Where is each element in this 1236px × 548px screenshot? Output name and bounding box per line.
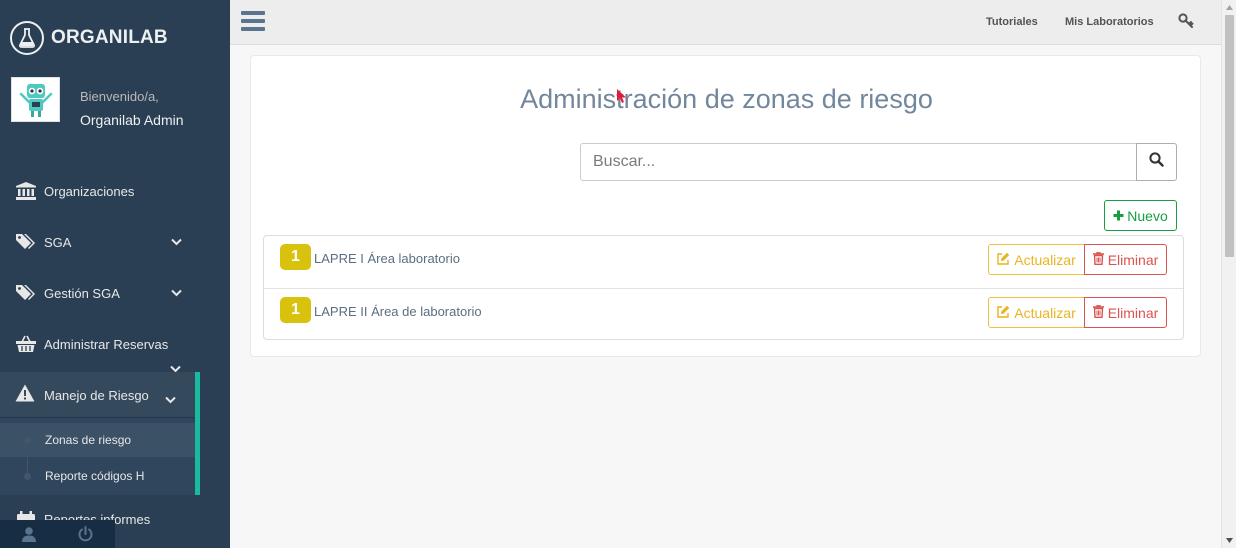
- new-button-label: Nuevo: [1127, 207, 1168, 224]
- username: Organilab Admin: [80, 112, 184, 128]
- zone-name: LAPRE I Área laboratorio: [314, 251, 460, 266]
- sidebar-item-label: Manejo de Riesgo: [44, 388, 149, 403]
- scrollbar[interactable]: [1221, 0, 1236, 548]
- search-button[interactable]: [1136, 143, 1177, 181]
- tags-icon: [15, 232, 37, 252]
- update-button[interactable]: Actualizar: [988, 244, 1085, 275]
- list-item: 1 LAPRE I Área laboratorio Actualizar El…: [264, 236, 1183, 288]
- content-panel: Administración de zonas de riesgo Nuevo …: [250, 55, 1201, 357]
- sidebar-item-manejo-riesgo[interactable]: Manejo de Riesgo: [0, 372, 195, 418]
- basket-icon: [15, 334, 37, 354]
- zone-name: LAPRE II Área de laboratorio: [314, 304, 482, 319]
- warning-icon: [15, 384, 37, 404]
- chevron-down-icon: [170, 236, 182, 248]
- edit-icon: [997, 252, 1010, 268]
- sidebar-item-label: Administrar Reservas: [44, 336, 169, 352]
- search-input[interactable]: [580, 143, 1137, 181]
- update-button-label: Actualizar: [1014, 304, 1076, 321]
- trash-icon: [1092, 251, 1104, 268]
- sidebar-item-sga[interactable]: SGA: [0, 222, 230, 262]
- profile: Bienvenido/a, Organilab Admin: [11, 77, 221, 128]
- list-item: 1 LAPRE II Área de laboratorio Actualiza…: [264, 288, 1183, 340]
- page-title: Administración de zonas de riesgo: [520, 84, 933, 114]
- delete-button[interactable]: Eliminar: [1084, 244, 1167, 275]
- sidebar-item-label: SGA: [44, 234, 72, 250]
- submenu-item-label: Reporte códigos H: [45, 469, 145, 483]
- zone-list: 1 LAPRE I Área laboratorio Actualizar El…: [263, 235, 1184, 340]
- brand[interactable]: ORGANILAB: [10, 20, 168, 56]
- bank-icon: [15, 181, 37, 201]
- sidebar-item-label: Organizaciones: [44, 183, 135, 199]
- top-nav: Tutoriales Mis Laboratorios: [230, 0, 1221, 45]
- submenu-item-reporte-codigos-h[interactable]: Reporte códigos H: [0, 459, 195, 493]
- scroll-down-arrow-icon[interactable]: [1225, 536, 1234, 545]
- key-icon[interactable]: [1178, 13, 1196, 31]
- search-icon: [1149, 152, 1164, 172]
- chevron-down-icon: [170, 287, 182, 299]
- sidebar-section-manejo-riesgo: Manejo de Riesgo Zonas de riesgo Reporte…: [0, 372, 200, 495]
- scroll-up-arrow-icon[interactable]: [1225, 3, 1234, 12]
- mouse-cursor-icon: [617, 89, 627, 105]
- sidebar-item-administrar-reservas[interactable]: Administrar Reservas: [0, 324, 230, 364]
- welcome-text: Bienvenido/a,: [80, 89, 159, 104]
- count-badge: 1: [280, 244, 311, 270]
- delete-button-label: Eliminar: [1107, 251, 1159, 268]
- avatar: [11, 77, 60, 122]
- edit-icon: [997, 305, 1010, 321]
- update-button[interactable]: Actualizar: [988, 297, 1085, 328]
- nav-link-tutoriales[interactable]: Tutoriales: [986, 16, 1038, 28]
- count-badge: 1: [280, 297, 311, 323]
- brand-name: ORGANILAB: [51, 27, 168, 48]
- flask-icon: [10, 21, 44, 55]
- trash-icon: [1092, 304, 1104, 321]
- sidebar-footer: [0, 520, 115, 548]
- update-button-label: Actualizar: [1014, 251, 1076, 268]
- sidebar-item-gestion-sga[interactable]: Gestión SGA: [0, 273, 230, 313]
- sidebar-item-organizaciones[interactable]: Organizaciones: [0, 171, 230, 211]
- delete-button[interactable]: Eliminar: [1084, 297, 1167, 328]
- sidebar: ORGANILAB Bienvenido/a, Organilab Admin …: [0, 0, 230, 548]
- delete-button-label: Eliminar: [1107, 304, 1159, 321]
- user-icon[interactable]: [0, 520, 57, 548]
- nav-link-mis-laboratorios[interactable]: Mis Laboratorios: [1065, 16, 1154, 28]
- new-button[interactable]: Nuevo: [1104, 200, 1177, 231]
- tags-icon: [15, 283, 37, 303]
- scroll-thumb[interactable]: [1225, 15, 1234, 257]
- menu-toggle-icon[interactable]: [241, 11, 265, 33]
- power-icon[interactable]: [57, 520, 114, 548]
- sidebar-item-label: Gestión SGA: [44, 285, 120, 301]
- bullet: [24, 436, 31, 444]
- submenu-item-label: Zonas de riesgo: [45, 433, 132, 447]
- bullet: [24, 472, 31, 480]
- search-group: [580, 143, 1178, 181]
- submenu-item-zonas-riesgo[interactable]: Zonas de riesgo: [0, 423, 195, 457]
- plus-icon: [1113, 208, 1124, 224]
- chevron-down-icon: [165, 391, 176, 409]
